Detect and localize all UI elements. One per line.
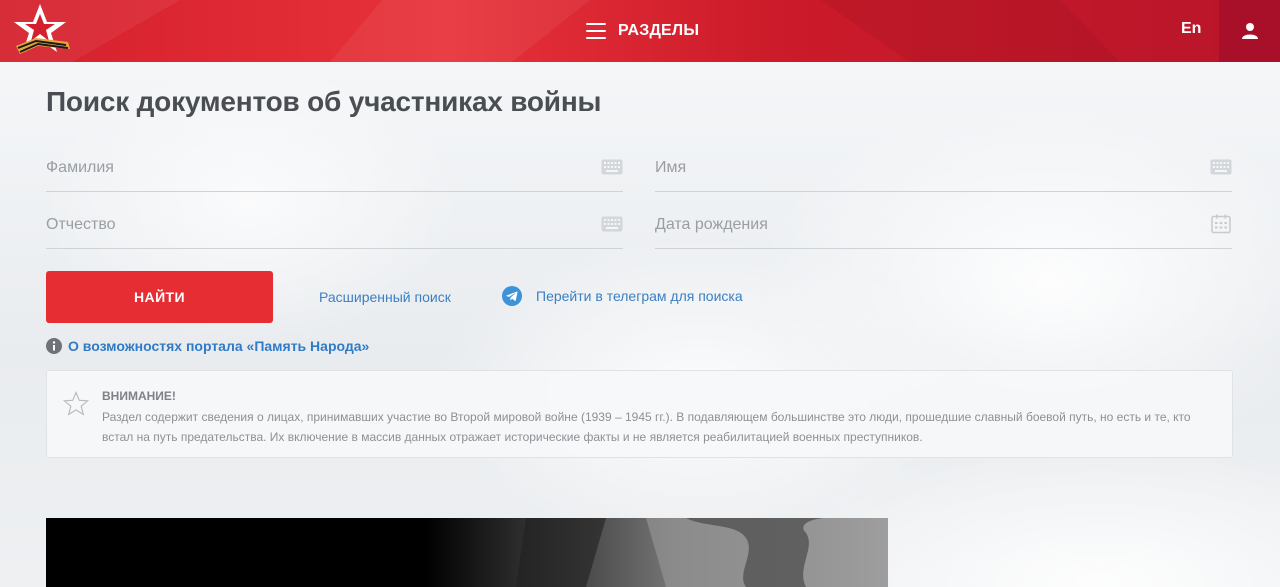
last-name-input[interactable] — [46, 156, 583, 180]
war-photo-banner — [46, 518, 888, 587]
warning-notice: ВНИМАНИЕ! Раздел содержит сведения о лиц… — [46, 370, 1233, 458]
main-content: Поиск документов об участниках войны Фам… — [0, 62, 1280, 587]
advanced-search-link[interactable]: Расширенный поиск — [319, 289, 451, 305]
user-icon — [1241, 23, 1258, 39]
site-logo[interactable] — [10, 2, 74, 60]
first-name-field — [655, 146, 1232, 192]
keyboard-icon[interactable] — [601, 156, 623, 178]
notice-title: ВНИМАНИЕ! — [102, 389, 176, 403]
last-name-field — [46, 146, 623, 192]
sections-menu-button[interactable]: РАЗДЕЛЫ — [586, 18, 699, 44]
telegram-search-label: Перейти в телеграм для поиска — [536, 288, 743, 304]
birth-date-input[interactable] — [655, 213, 1192, 237]
photo-image — [516, 518, 888, 587]
info-icon — [46, 338, 62, 354]
header-decoration — [820, 0, 1120, 62]
telegram-search-link[interactable]: Перейти в телеграм для поиска — [502, 286, 743, 306]
calendar-icon[interactable] — [1210, 213, 1232, 235]
header-decoration — [330, 0, 590, 62]
notice-text: Раздел содержит сведения о лицах, приним… — [102, 410, 1191, 444]
keyboard-icon[interactable] — [1210, 156, 1232, 178]
patronymic-input[interactable] — [46, 213, 583, 237]
hamburger-icon — [586, 23, 606, 39]
keyboard-icon[interactable] — [601, 213, 623, 235]
birth-date-field — [655, 203, 1232, 249]
star-logo-icon — [14, 4, 70, 54]
top-header: РАЗДЕЛЫ En — [0, 0, 1280, 62]
sections-menu-label: РАЗДЕЛЫ — [618, 22, 700, 39]
user-button[interactable] — [1219, 0, 1280, 62]
page-title: Поиск документов об участниках войны — [46, 86, 602, 117]
search-button[interactable]: НАЙТИ — [46, 271, 273, 323]
about-portal-row: О возможностях портала «Память Народа» — [46, 338, 369, 354]
patronymic-field — [46, 203, 623, 249]
telegram-icon — [502, 286, 522, 306]
first-name-input[interactable] — [655, 156, 1192, 180]
about-portal-link[interactable]: О возможностях портала «Память Народа» — [68, 338, 369, 354]
star-icon — [63, 391, 89, 416]
language-switch[interactable]: En — [1181, 20, 1201, 38]
